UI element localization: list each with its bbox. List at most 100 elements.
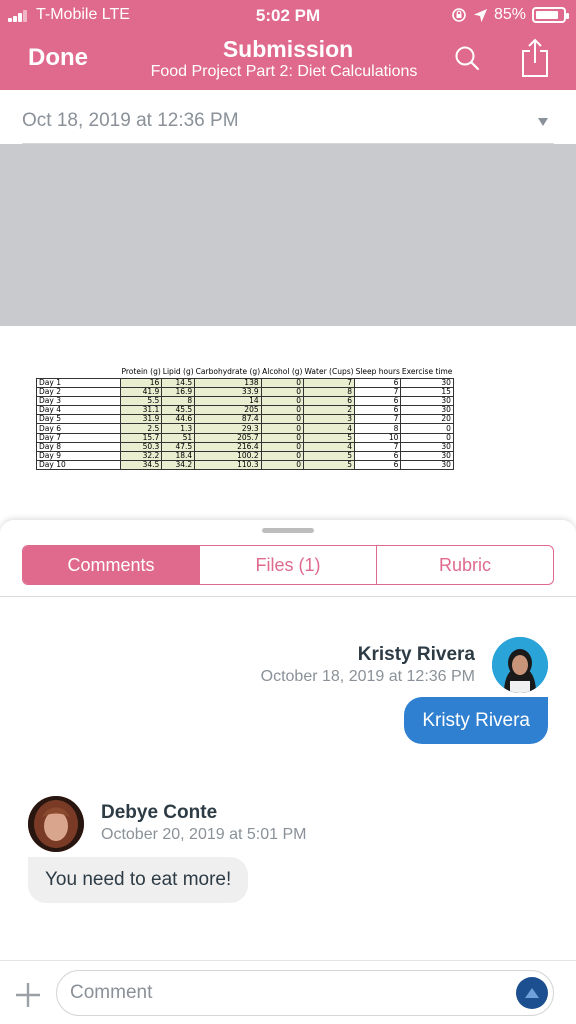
table-cell: 0: [260, 377, 304, 388]
table-cell: 41.9: [119, 386, 163, 397]
table-cell: 110.3: [194, 460, 262, 471]
drag-handle[interactable]: [262, 528, 314, 533]
document-preview[interactable]: Protein (g) Lipid (g) Carbohydrate (g) A…: [0, 326, 576, 526]
table-cell: 6: [354, 460, 402, 471]
compose-bar: Comment: [0, 960, 576, 1024]
table-header-row: Protein (g) Lipid (g) Carbohydrate (g) A…: [37, 366, 454, 378]
table-cell-day: Day 7: [36, 432, 121, 443]
table-cell: 2.5: [119, 423, 163, 434]
table-cell: 10: [354, 432, 402, 443]
status-bar: T-Mobile LTE 5:02 PM 85%: [0, 6, 576, 26]
table-cell: 14.5: [161, 377, 196, 388]
chevron-down-icon: [538, 118, 548, 126]
comment-input[interactable]: Comment: [56, 970, 554, 1016]
table-cell: 0: [260, 432, 304, 443]
avatar: [492, 637, 548, 693]
table-cell: 3: [302, 414, 356, 425]
table-row: Day 1 16 14.5 138 0 7 6 30: [36, 377, 454, 388]
table-cell: 7: [354, 414, 402, 425]
table-cell-day: Day 5: [36, 414, 121, 425]
table-cell: 31.9: [119, 414, 163, 425]
table-cell: 44.6: [161, 414, 196, 425]
table-cell: 0: [260, 414, 304, 425]
comment-bubble[interactable]: You need to eat more!: [28, 857, 249, 903]
table-row: Day 10 34.5 34.2 110.3 0 5 6 30: [36, 460, 454, 471]
send-button[interactable]: [516, 977, 548, 1009]
comments-panel: Comments Files (1) Rubric Kristy Rivera …: [0, 520, 576, 1024]
table-cell: 5: [302, 432, 356, 443]
comment-author: Kristy Rivera: [357, 644, 475, 665]
avatar: [28, 796, 84, 852]
divider: [0, 596, 576, 597]
comment-date: October 20, 2019 at 5:01 PM: [101, 826, 307, 843]
submission-date: Oct 18, 2019 at 12:36 PM: [22, 110, 239, 131]
battery-fill: [536, 11, 559, 19]
column-header: Water (Cups): [304, 367, 354, 377]
table-cell: 6: [354, 377, 402, 388]
table-cell: 0: [400, 432, 454, 443]
table-cell-day: Day 2: [36, 386, 121, 397]
status-right: 85%: [451, 6, 569, 24]
table-row: Day 5 31.9 44.6 87.4 0 3 7 20: [36, 414, 454, 425]
diet-table: Protein (g) Lipid (g) Carbohydrate (g) A…: [36, 366, 454, 471]
table-cell-day: Day 6: [36, 423, 121, 434]
table-cell: 0: [260, 423, 304, 434]
table-cell: 16: [119, 377, 163, 388]
table-cell: 15.7: [119, 432, 163, 443]
table-row: Day 6 2.5 1.3 29.3 0 4 8 0: [36, 423, 454, 434]
table-cell: 34.5: [119, 460, 163, 471]
column-header: Lipid (g): [162, 367, 194, 377]
table-cell: 51: [161, 432, 196, 443]
app-header: T-Mobile LTE 5:02 PM 85% Done Submission…: [0, 0, 576, 90]
avatar-image: [492, 637, 548, 693]
avatar-image: [28, 796, 84, 852]
page-title: Submission: [222, 36, 354, 62]
table-cell: 30: [400, 460, 454, 471]
table-cell: 30: [400, 377, 454, 388]
table-cell: 0: [400, 423, 454, 434]
comment-date: October 18, 2019 at 12:36 PM: [260, 668, 475, 685]
table-cell: 7: [302, 377, 356, 388]
table-cell: 8: [302, 386, 356, 397]
table-cell: 34.2: [161, 460, 196, 471]
segmented-tabs: Comments Files (1) Rubric: [22, 545, 554, 585]
tab-files[interactable]: Files (1): [200, 546, 377, 584]
table-row: Day 2 41.9 16.9 33.9 0 8 7 15: [36, 386, 454, 397]
table-cell: 205.7: [194, 432, 262, 443]
page-subtitle: Food Project Part 2: Diet Calculations: [150, 63, 418, 80]
table-cell: 4: [302, 423, 356, 434]
table-cell-day: Day 10: [36, 460, 121, 471]
table-cell: 0: [260, 386, 304, 397]
table-cell: 15: [400, 386, 454, 397]
column-header: Carbohydrate (g): [195, 367, 261, 377]
submission-date-selector[interactable]: Oct 18, 2019 at 12:36 PM: [22, 110, 554, 144]
tab-comments[interactable]: Comments: [23, 546, 200, 584]
table-cell: 7: [354, 386, 402, 397]
table-cell: 29.3: [194, 423, 262, 434]
table-cell: 5: [302, 460, 356, 471]
arrow-up-icon: [525, 988, 539, 998]
table-cell: 0: [260, 460, 304, 471]
table-cell-day: Day 1: [36, 377, 121, 388]
location-icon: [473, 8, 488, 22]
battery-percent: 85%: [493, 6, 526, 23]
table-cell: 87.4: [194, 414, 262, 425]
table-cell: 138: [194, 377, 262, 388]
search-icon[interactable]: [454, 45, 480, 71]
column-header: Sleep hours: [355, 367, 400, 377]
table-cell: 1.3: [161, 423, 196, 434]
table-cell: 20: [400, 414, 454, 425]
plus-icon[interactable]: [14, 981, 42, 1009]
column-header: Exercise time: [401, 367, 453, 377]
table-cell: 16.9: [161, 386, 196, 397]
share-icon[interactable]: [520, 38, 550, 78]
document-preview-placeholder: [0, 144, 576, 326]
table-row: Day 7 15.7 51 205.7 0 5 10 0: [36, 432, 454, 443]
column-header: Protein (g): [121, 367, 161, 377]
battery-icon: [532, 7, 569, 23]
comment-author: Debye Conte: [101, 802, 218, 823]
table-cell: 8: [354, 423, 402, 434]
comment-bubble[interactable]: Kristy Rivera: [404, 697, 548, 744]
tab-rubric[interactable]: Rubric: [377, 546, 553, 584]
rotation-lock-icon: [452, 8, 466, 22]
